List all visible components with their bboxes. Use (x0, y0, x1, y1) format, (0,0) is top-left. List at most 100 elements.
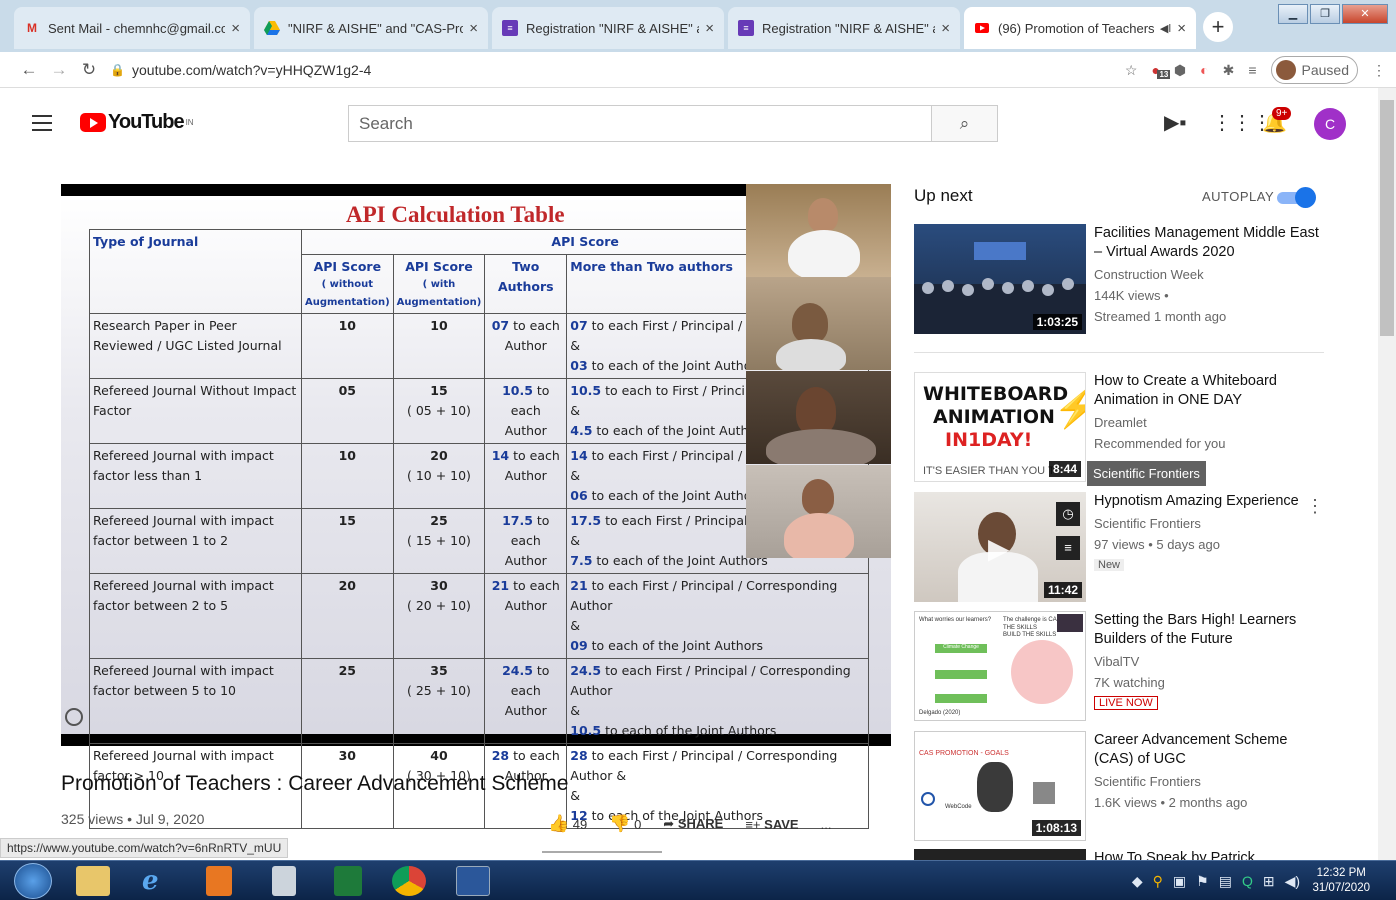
search-tray-icon[interactable]: ⚲ (1153, 873, 1163, 890)
upload-time: Streamed 1 month ago (1094, 309, 1227, 324)
file-explorer-icon[interactable] (76, 866, 110, 896)
recommendation-title[interactable]: Career Advancement Scheme (CAS) of UGC (1094, 731, 1324, 769)
reload-icon[interactable]: ↻ (74, 60, 104, 80)
video-thumbnail[interactable]: ▶ ◷ ≡ 11:42 (914, 492, 1086, 602)
back-icon[interactable]: ← (14, 60, 44, 80)
view-count: 1.6K views • 2 months ago (1094, 795, 1248, 810)
close-tab-icon[interactable]: × (1177, 20, 1186, 37)
score-with-aug-cell: 10 (392, 313, 486, 379)
more-authors-cell: 24.5 to each First / Principal / Corresp… (566, 658, 870, 744)
close-window-button[interactable]: ✕ (1342, 4, 1388, 24)
puzzle-icon[interactable]: ✱ (1223, 62, 1235, 79)
system-clock[interactable]: 12:32 PM 31/07/2020 (1312, 866, 1370, 896)
video-thumbnail[interactable]: CAS PROMOTION - GOALS WebCode 1:08:13 (914, 731, 1086, 841)
close-tab-icon[interactable]: × (231, 20, 240, 37)
recommendation-title[interactable]: How To Speak by Patrick (1094, 849, 1324, 860)
watch-later-icon[interactable]: ◷ (1056, 502, 1080, 526)
calculator-icon[interactable] (272, 866, 296, 896)
network-app-icon[interactable] (334, 866, 362, 896)
like-count: 49 (572, 817, 588, 832)
recommendation-item-hovered[interactable]: ▶ ◷ ≡ 11:42 Hypnotism Amazing Experience… (914, 492, 1334, 604)
journal-type-cell: Refereed Journal Without Impact Factor (89, 378, 302, 444)
lock-icon: 🔒 (110, 62, 125, 77)
channel-name[interactable]: Scientific Frontiers (1094, 771, 1324, 792)
minimize-button[interactable]: ▁ (1278, 4, 1308, 24)
dislike-count: 0 (634, 817, 642, 832)
header-col3: Two Authors (484, 254, 568, 314)
url-field[interactable]: youtube.com/watch?v=yHHQZW1g2-4 (132, 62, 371, 78)
add-to-queue-icon[interactable]: ≡ (1056, 536, 1080, 560)
tab-gmail[interactable]: M Sent Mail - chemnhc@gmail.co × (14, 7, 250, 49)
bookmark-star-icon[interactable]: ☆ (1125, 62, 1138, 79)
like-button[interactable]: 👍 49 (548, 814, 587, 834)
search-button[interactable]: ⌕ (932, 105, 998, 142)
youtube-logo[interactable]: YouTube IN (80, 111, 194, 134)
tab-forms-1[interactable]: ≡ Registration "NIRF & AISHE" an × (492, 7, 724, 49)
tab-drive[interactable]: "NIRF & AISHE" and "CAS-Prom × (254, 7, 488, 49)
more-options-icon[interactable]: ⋮ (1306, 496, 1324, 517)
thumbs-up-icon: 👍 (548, 814, 570, 833)
channel-name[interactable]: Dreamlet (1094, 412, 1324, 433)
tray-icon[interactable]: ▣ (1173, 873, 1186, 890)
thumb-text: BUILD THE SKILLS (1003, 632, 1057, 638)
channel-name[interactable]: Construction Week (1094, 264, 1324, 285)
account-avatar[interactable]: C (1314, 108, 1346, 140)
tray-icon[interactable]: ◆ (1132, 873, 1143, 890)
autoplay-toggle[interactable] (1277, 187, 1316, 208)
extension-icon[interactable]: ● 13 (1151, 62, 1171, 79)
more-actions-button[interactable]: ... (821, 817, 832, 832)
thumbs-down-icon: 👎 (609, 814, 631, 833)
page-scrollbar[interactable] (1378, 88, 1396, 860)
hamburger-menu-icon[interactable] (32, 115, 52, 136)
media-control-icon[interactable]: ≡ (1248, 62, 1256, 78)
tab-youtube-active[interactable]: (96) Promotion of Teachers ◀ǀ × (964, 7, 1196, 49)
close-tab-icon[interactable]: × (469, 20, 478, 37)
video-thumbnail[interactable]: 1:03:25 (914, 224, 1086, 334)
channel-name[interactable]: Scientific Frontiers (1094, 513, 1324, 534)
create-video-icon[interactable]: ▶▪ (1164, 110, 1186, 135)
browser-menu-icon[interactable]: ⋮ (1372, 62, 1386, 79)
recommendation-item[interactable]: CAS PROMOTION - GOALS WebCode 1:08:13 Ca… (914, 731, 1334, 843)
recommendation-item[interactable]: What worries our learners? The challenge… (914, 611, 1334, 723)
recommendation-title[interactable]: Hypnotism Amazing Experience (1094, 492, 1324, 511)
recommendation-item[interactable]: 1:03:25 Facilities Management Middle Eas… (914, 224, 1334, 336)
profile-button[interactable]: Paused (1270, 56, 1358, 84)
dislike-button[interactable]: 👎 0 (609, 814, 641, 834)
tab-forms-2[interactable]: ≡ Registration "NIRF & AISHE" an × (728, 7, 960, 49)
thumb-text: IN1DAY! (945, 429, 1033, 451)
video-thumbnail[interactable]: What worries our learners? The challenge… (914, 611, 1086, 721)
media-player-icon[interactable] (206, 866, 232, 896)
network-icon[interactable]: ⊞ (1263, 873, 1275, 890)
forward-icon[interactable]: → (44, 60, 74, 80)
tray-icon[interactable]: Q (1242, 873, 1253, 890)
recommendation-title[interactable]: Facilities Management Middle East – Virt… (1094, 224, 1324, 262)
video-thumbnail[interactable]: WHITEBOARD ANIMATION IN1DAY! IT'S EASIER… (914, 372, 1086, 482)
maximize-button[interactable]: ❐ (1310, 4, 1340, 24)
recommendation-item[interactable]: How To Speak by Patrick (914, 849, 1334, 860)
chrome-icon[interactable] (392, 866, 426, 896)
extension-icon[interactable]: ◐ (1200, 62, 1208, 78)
share-button[interactable]: ➦ SHARE (663, 816, 723, 832)
tab-title: (96) Promotion of Teachers (998, 20, 1154, 36)
channel-name[interactable]: VibalTV (1094, 651, 1324, 672)
volume-icon[interactable]: ◀) (1285, 873, 1300, 890)
close-tab-icon[interactable]: × (705, 20, 714, 37)
tray-icon[interactable]: ▤ (1219, 873, 1232, 890)
flag-icon[interactable]: ⚑ (1196, 873, 1209, 890)
thumb-text: Delgado (2020) (919, 710, 961, 716)
scrollbar-thumb[interactable] (1380, 100, 1394, 336)
recommendation-title[interactable]: Setting the Bars High! Learners Builders… (1094, 611, 1324, 649)
word-icon[interactable] (456, 866, 490, 896)
internet-explorer-icon[interactable]: e (142, 866, 176, 896)
score-with-aug-cell: 15( 05 + 10) (392, 378, 486, 444)
speaker-icon[interactable]: ◀ǀ (1160, 22, 1171, 35)
start-button[interactable] (14, 863, 52, 899)
clock-time: 12:32 PM (1316, 867, 1366, 879)
extension-icon[interactable]: ⬢ (1174, 62, 1186, 79)
save-button[interactable]: ≡+ SAVE (745, 817, 798, 832)
search-input[interactable]: Search (348, 105, 932, 142)
recommendation-title[interactable]: How to Create a Whiteboard Animation in … (1094, 372, 1324, 410)
new-tab-button[interactable]: + (1203, 12, 1233, 42)
close-tab-icon[interactable]: × (941, 20, 950, 37)
video-thumbnail[interactable] (914, 849, 1086, 860)
